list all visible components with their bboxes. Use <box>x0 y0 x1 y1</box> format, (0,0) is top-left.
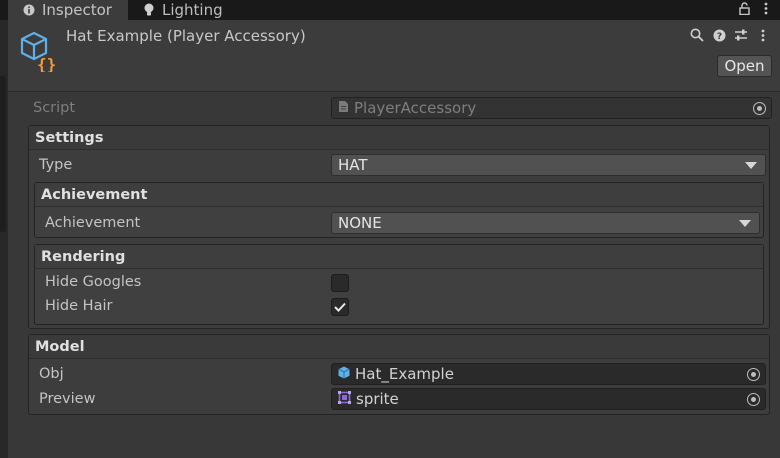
obj-row: Obj <box>39 363 64 385</box>
script-row: Script <box>33 97 75 119</box>
settings-header[interactable]: Settings <box>29 126 769 150</box>
preview-field[interactable]: sprite <box>331 388 766 410</box>
preview-row: Preview <box>39 388 95 410</box>
obj-label: Obj <box>39 366 64 382</box>
achievement-value: NONE <box>338 214 382 232</box>
search-icon[interactable] <box>690 28 704 42</box>
object-title: Hat Example (Player Accessory) <box>66 27 306 45</box>
chevron-down-icon <box>745 162 757 169</box>
obj-field[interactable]: Hat_Example <box>331 363 766 385</box>
inspector-header: {} Hat Example (Player Accessory) ? Open <box>8 20 780 92</box>
chevron-down-icon <box>739 220 751 227</box>
prefab-cube-icon <box>338 365 350 383</box>
hide-googles-checkbox[interactable] <box>331 274 349 292</box>
lock-icon[interactable] <box>739 1 750 19</box>
preset-icon[interactable] <box>734 28 748 42</box>
tab-bar: Inspector Lighting <box>0 0 780 20</box>
model-header[interactable]: Model <box>29 335 769 359</box>
type-label: Type <box>39 157 73 173</box>
script-file-icon <box>338 99 349 117</box>
lightbulb-icon <box>142 3 156 17</box>
sprite-icon <box>338 390 351 408</box>
script-field[interactable]: PlayerAccessory <box>331 97 772 119</box>
script-value: PlayerAccessory <box>354 99 477 117</box>
open-button[interactable]: Open <box>717 55 772 77</box>
kebab-menu-icon[interactable] <box>756 28 770 42</box>
type-row: Type <box>39 154 72 176</box>
header-icons: ? <box>690 28 770 42</box>
type-value: HAT <box>338 156 368 174</box>
preview-value: sprite <box>356 390 399 408</box>
left-dock-strip <box>0 20 8 458</box>
svg-text:?: ? <box>716 32 721 42</box>
object-picker-icon[interactable] <box>753 102 766 115</box>
achievement-label: Achievement <box>45 215 141 231</box>
hide-hair-row: Hide Hair <box>45 295 112 317</box>
achievement-header[interactable]: Achievement <box>35 183 763 207</box>
preview-label: Preview <box>39 391 96 407</box>
info-icon <box>22 3 36 17</box>
rendering-group: Rendering <box>34 244 764 325</box>
checkmark-icon <box>334 302 346 312</box>
hide-googles-label: Hide Googles <box>45 274 142 290</box>
object-picker-icon[interactable] <box>747 368 760 381</box>
help-icon[interactable]: ? <box>712 28 726 42</box>
hide-hair-label: Hide Hair <box>45 298 113 314</box>
achievement-row: Achievement <box>45 212 140 234</box>
hide-googles-row: Hide Googles <box>45 271 141 293</box>
object-picker-icon[interactable] <box>747 393 760 406</box>
kebab-menu-icon[interactable] <box>764 2 768 19</box>
scriptable-object-icon: {} <box>20 30 60 74</box>
tab-lighting[interactable]: Lighting <box>142 0 223 20</box>
tab-lighting-label: Lighting <box>162 1 223 19</box>
hide-hair-checkbox[interactable] <box>331 298 349 316</box>
type-dropdown[interactable]: HAT <box>331 154 766 176</box>
tabbar-controls <box>739 0 768 20</box>
achievement-dropdown[interactable]: NONE <box>331 212 760 234</box>
obj-value: Hat_Example <box>355 365 454 383</box>
tab-inspector[interactable]: Inspector <box>8 0 128 20</box>
svg-text:{}: {} <box>37 55 56 72</box>
tab-inspector-label: Inspector <box>42 1 112 19</box>
script-label: Script <box>33 100 76 116</box>
rendering-header[interactable]: Rendering <box>35 245 763 269</box>
